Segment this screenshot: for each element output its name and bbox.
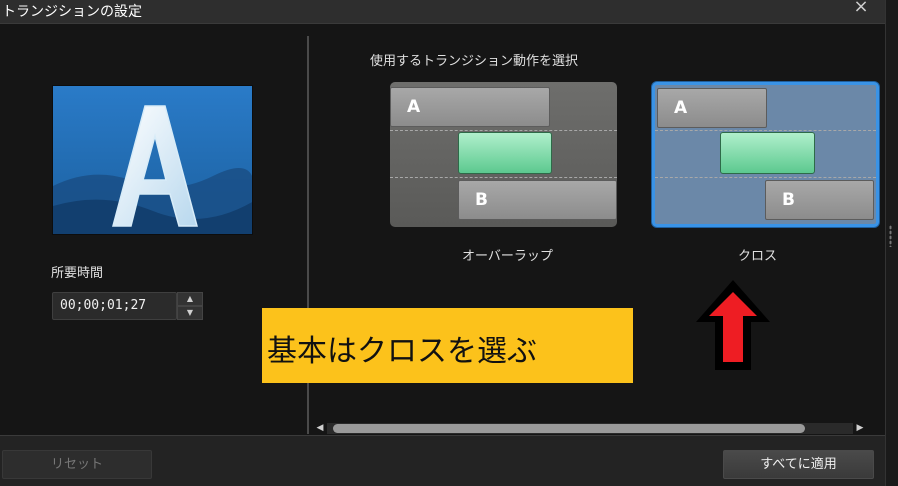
duration-input[interactable]: 00;00;01;27 [52,292,177,320]
clip-b: B [765,180,874,220]
preview-panel: 所要時間 00;00;01;27 ▲ ▼ [0,24,306,434]
duration-stepper[interactable]: ▲ ▼ [177,292,203,320]
apply-all-button[interactable]: すべてに適用 [723,450,874,479]
transition-preview [52,85,253,235]
cross-clip [720,132,815,174]
transition-option-overlap[interactable]: A B [390,82,617,227]
red-arrow-icon [696,280,770,370]
reset-button[interactable]: リセット [2,450,152,479]
transition-select-label: 使用するトランジション動作を選択 [370,54,579,69]
option-caption-cross: クロス [738,249,778,264]
close-icon[interactable]: × [850,0,872,18]
duration-label: 所要時間 [51,266,104,281]
track-divider [390,177,617,178]
track-divider [655,177,876,178]
horizontal-scrollbar[interactable]: ◀ ▶ [313,421,869,436]
decrement-icon[interactable]: ▼ [177,306,203,320]
option-caption-overlap: オーバーラップ [462,249,553,264]
clip-a: A [390,87,550,127]
clip-b: B [458,180,617,220]
scroll-right-icon[interactable]: ▶ [853,421,867,436]
window-title: トランジションの設定 [2,4,142,20]
title-bar: トランジションの設定 × [0,0,885,24]
preview-image [53,86,252,234]
clip-a: A [657,88,767,128]
resize-grip-icon[interactable] [889,225,892,247]
increment-icon[interactable]: ▲ [177,292,203,306]
transition-option-cross[interactable]: A B [652,82,879,227]
annotation-callout: 基本はクロスを選ぶ [262,308,633,383]
overlap-clip [458,132,552,174]
track-divider [390,130,617,131]
scroll-thumb[interactable] [333,424,805,433]
scroll-left-icon[interactable]: ◀ [313,421,327,436]
callout-text: 基本はクロスを選ぶ [267,334,537,369]
track-divider [655,130,876,131]
dialog-footer: リセット すべてに適用 [0,435,885,486]
